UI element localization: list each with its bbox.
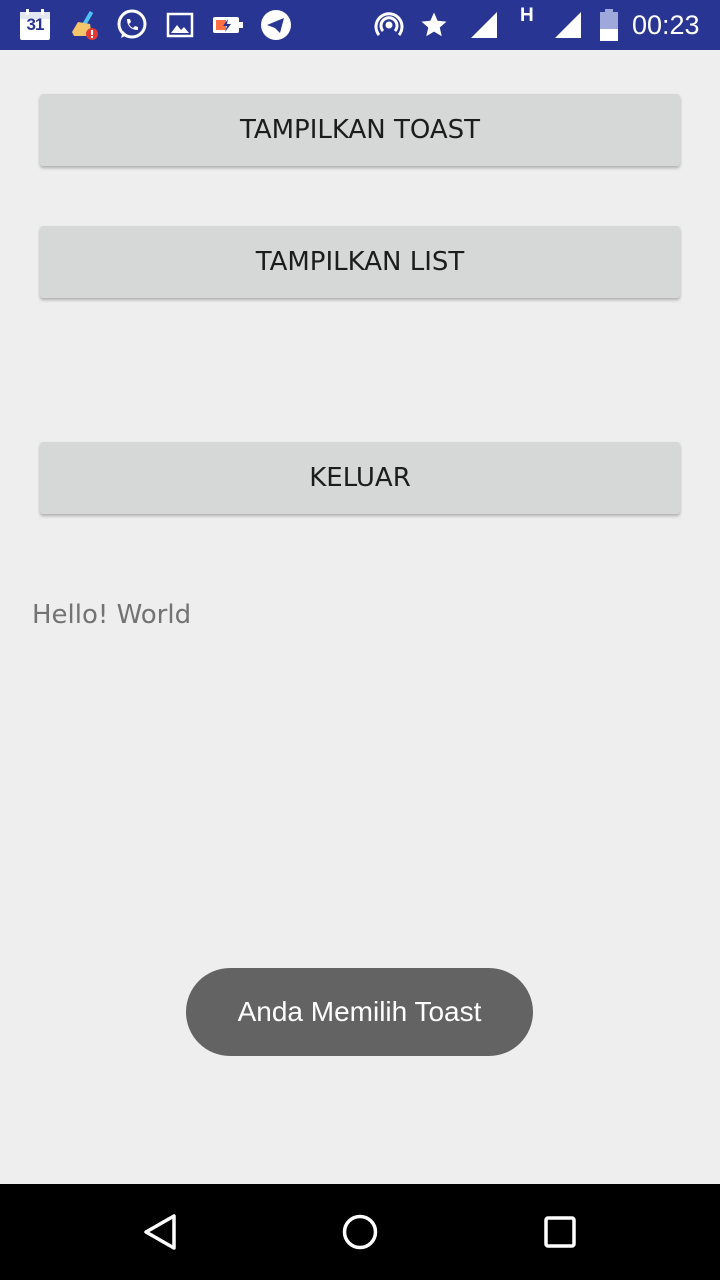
calendar-day: 31: [26, 15, 45, 34]
recents-button[interactable]: [520, 1184, 600, 1280]
clock: 00:23: [632, 10, 700, 40]
battery-icon: [596, 0, 622, 50]
signal-icon: [468, 0, 500, 50]
star-icon: [418, 0, 450, 50]
show-list-button[interactable]: TAMPILKAN LIST: [40, 226, 680, 298]
hello-text: Hello! World: [32, 600, 192, 630]
home-icon: [342, 1214, 378, 1250]
battery-saver-icon: [210, 0, 246, 50]
toast-message: Anda Memilih Toast: [186, 968, 533, 1056]
recents-icon: [544, 1216, 576, 1248]
navigation-bar: [0, 1184, 720, 1280]
back-icon: [144, 1214, 176, 1250]
hotspot-icon: [372, 0, 406, 50]
gallery-icon: [164, 0, 196, 50]
home-button[interactable]: [320, 1184, 400, 1280]
network-type-label: H: [520, 5, 534, 26]
telegram-icon: [258, 0, 294, 50]
exit-button[interactable]: KELUAR: [40, 442, 680, 514]
signal-h-icon: [552, 0, 584, 50]
show-toast-button[interactable]: TAMPILKAN TOAST: [40, 94, 680, 166]
whatsapp-icon: [114, 0, 150, 50]
back-button[interactable]: [120, 1184, 200, 1280]
cleaner-icon: [68, 0, 102, 50]
status-bar: 31 H 00:23: [0, 0, 720, 50]
